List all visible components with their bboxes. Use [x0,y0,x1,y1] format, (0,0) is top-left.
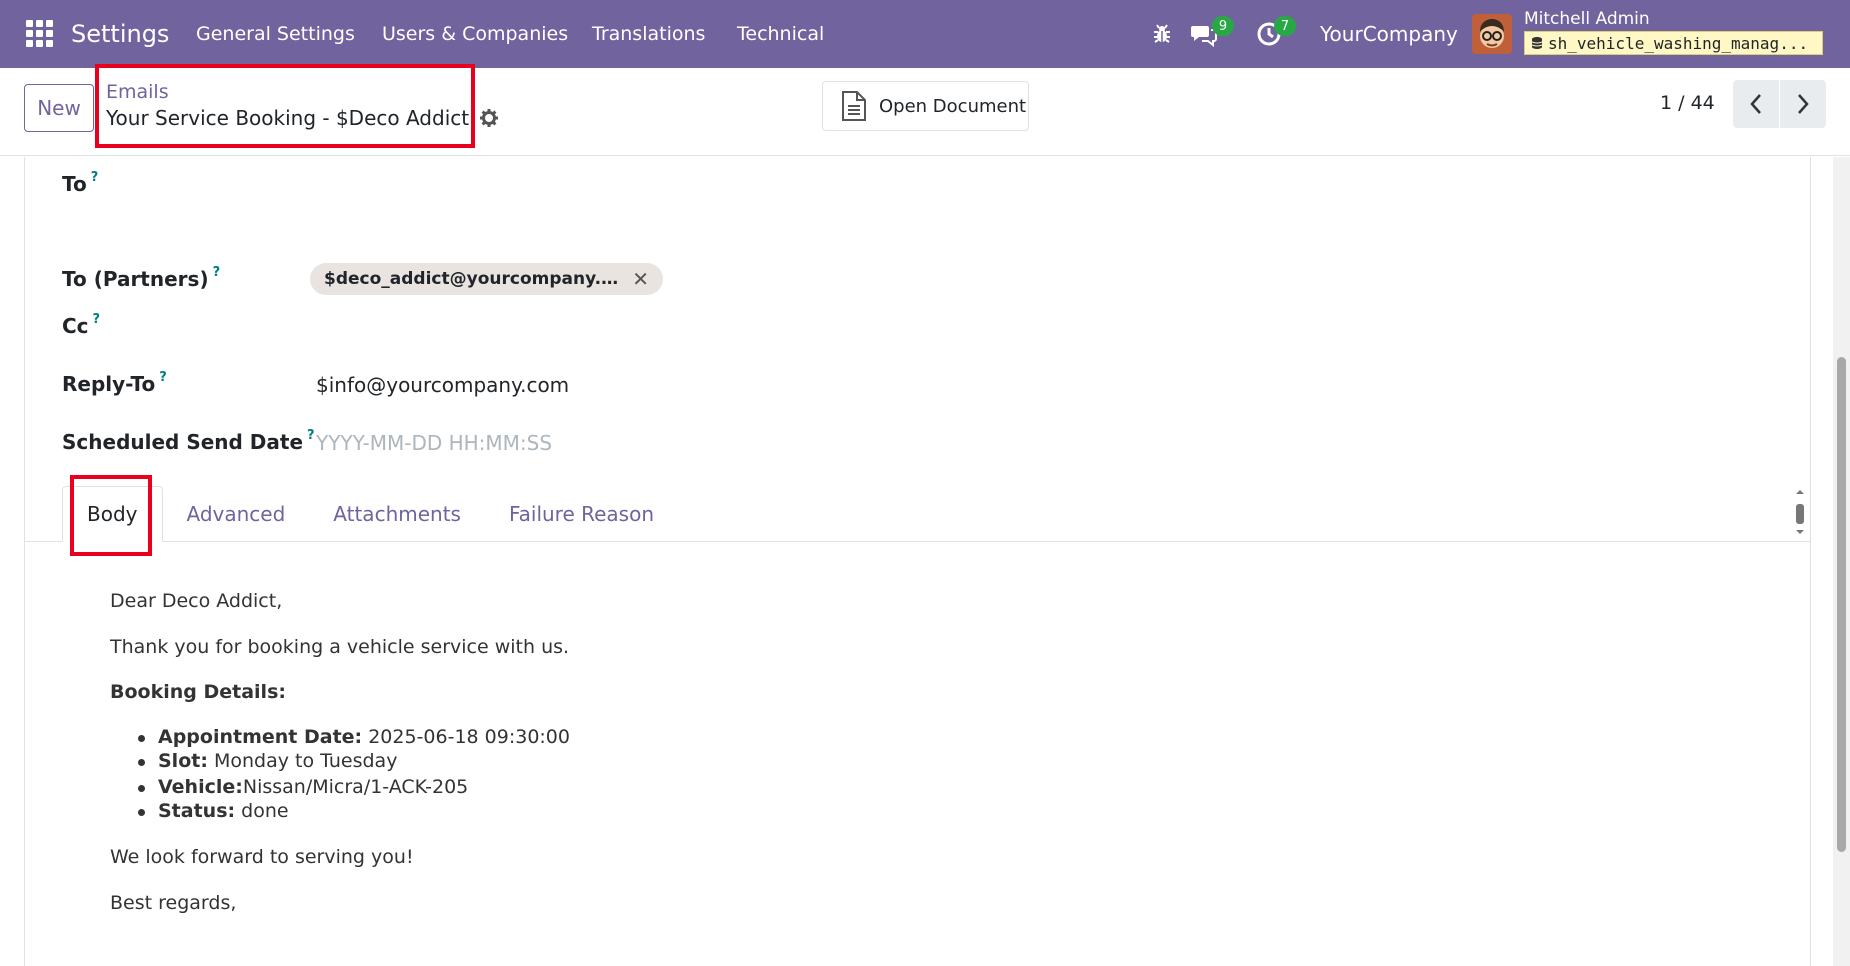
record-title: Your Service Booking - $Deco Addict [106,106,470,130]
breadcrumb-current: Your Service Booking - $Deco Addict [106,106,499,130]
reply-to-label: Reply-To? [62,370,167,396]
to-partners-label: To (Partners)? [62,265,221,291]
email-regards: Best regards, [110,892,237,914]
tab-advanced[interactable]: Advanced [163,486,310,542]
pager-previous-button[interactable] [1733,80,1779,128]
document-icon [842,91,866,121]
email-intro: Thank you for booking a vehicle service … [110,636,570,658]
reply-to-field[interactable]: $info@yourcompany.com [316,373,569,397]
menu-general-settings[interactable]: General Settings [196,0,355,68]
help-tooltip-icon[interactable]: ? [159,370,167,385]
user-avatar[interactable] [1472,14,1512,54]
pager-value[interactable]: 1 / 44 [1660,92,1715,114]
app-menu-icon[interactable] [26,20,53,47]
list-item: Status: done [138,800,289,822]
new-button[interactable]: New [24,84,94,132]
tab-attachments[interactable]: Attachments [309,486,485,542]
email-greeting: Dear Deco Addict, [110,590,283,612]
chevron-left-icon [1750,94,1761,114]
open-document-button[interactable]: Open Document [822,81,1029,131]
tab-scroll-handle[interactable] [1793,487,1807,537]
chevron-right-icon [1798,94,1809,114]
control-panel: New Emails Your Service Booking - $Deco … [0,64,1850,156]
list-item: Slot: Monday to Tuesday [137,750,398,772]
booking-details-heading: Booking Details: [110,681,286,703]
close-icon[interactable]: ✕ [632,267,649,291]
top-navbar: Settings General Settings Users & Compan… [0,0,1850,68]
app-brand[interactable]: Settings [71,0,169,68]
list-item: Vehicle:Nissan/Micra/1-ACK-205 [137,776,469,798]
database-badge: sh_vehicle_washing_manag... [1524,31,1823,55]
open-document-label: Open Document [879,95,1027,117]
scheduled-send-date-field[interactable]: YYYY-MM-DD HH:MM:SS [316,431,552,455]
list-item: Appointment Date: 2025-06-18 09:30:00 [138,726,570,748]
help-tooltip-icon[interactable]: ? [307,428,315,443]
help-tooltip-icon[interactable]: ? [213,265,221,280]
menu-users-companies[interactable]: Users & Companies [382,0,568,68]
form-sheet: To? To (Partners)? $deco_addict@yourcomp… [24,157,1811,966]
menu-translations[interactable]: Translations [592,0,705,68]
breadcrumb-emails-link[interactable]: Emails [106,81,169,103]
gear-icon[interactable] [479,108,499,128]
scrollbar-thumb[interactable] [1837,357,1846,852]
messages-count-badge: 9 [1212,16,1234,36]
cc-label: Cc? [62,312,101,338]
help-tooltip-icon[interactable]: ? [91,170,99,185]
pager-next-button[interactable] [1780,80,1826,128]
scheduled-send-date-label: Scheduled Send Date? [62,428,315,454]
notebook-tabs: Body Advanced Attachments Failure Reason [62,486,678,542]
partner-tag-text: $deco_addict@yourcompany.exa... [324,269,623,289]
to-label: To? [62,170,99,196]
menu-technical[interactable]: Technical [737,0,824,68]
user-name[interactable]: Mitchell Admin [1524,9,1650,29]
email-closing: We look forward to serving you! [110,846,414,868]
database-name: sh_vehicle_washing_manag... [1548,33,1809,53]
body-tab-highlight [70,475,152,556]
help-tooltip-icon[interactable]: ? [93,312,101,327]
partner-tag[interactable]: $deco_addict@yourcompany.exa... ✕ [310,263,663,295]
tab-failure-reason[interactable]: Failure Reason [485,486,678,542]
page-scrollbar[interactable] [1833,157,1850,966]
company-switcher[interactable]: YourCompany [1320,0,1458,68]
debug-bug-icon[interactable] [1150,22,1174,46]
activities-count-badge: 7 [1274,16,1296,36]
database-icon [1531,37,1543,49]
